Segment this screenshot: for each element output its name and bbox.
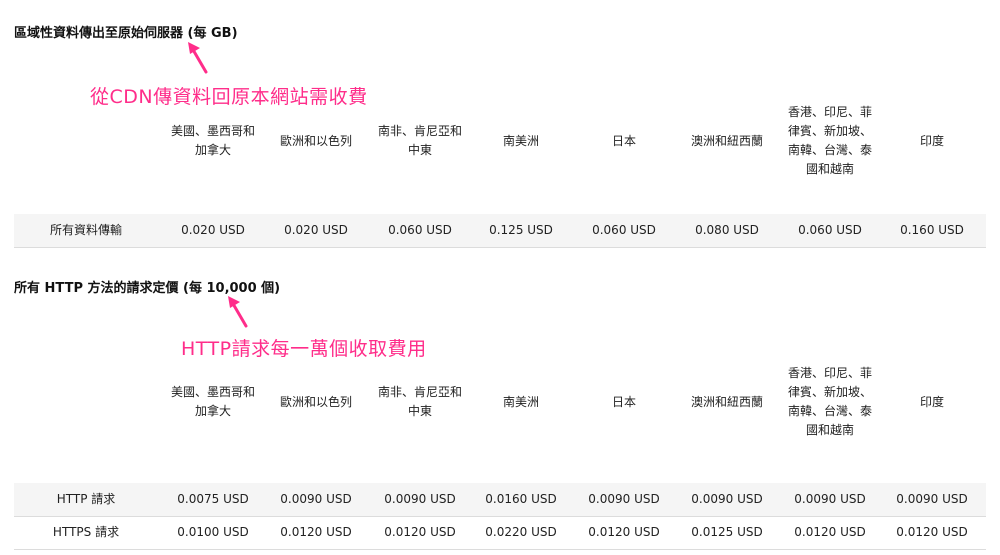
column-header: 香港、印尼、菲律賓、新加坡、南韓、台灣、泰國和越南 [787, 105, 872, 176]
price-cell: 0.0125 USD [691, 525, 763, 539]
price-cell: 0.0090 USD [384, 492, 456, 506]
price-cell: 0.060 USD [592, 223, 656, 237]
column-header: 南非、肯尼亞和中東 [377, 385, 462, 418]
price-cell: 0.125 USD [489, 223, 553, 237]
section-title-data-transfer: 區域性資料傳出至原始伺服器 (每 GB) [14, 26, 238, 41]
price-cell: 0.0220 USD [485, 525, 557, 539]
row-label: HTTP 請求 [56, 492, 116, 506]
price-cell: 0.0090 USD [691, 492, 763, 506]
column-header: 澳洲和紐西蘭 [690, 133, 763, 148]
price-cell: 0.0090 USD [588, 492, 660, 506]
column-header: 美國、墨西哥和加拿大 [170, 385, 255, 418]
price-cell: 0.0120 USD [588, 525, 660, 539]
price-cell: 0.0090 USD [794, 492, 866, 506]
annotation-http-requests: HTTP請求每一萬個收取費用 [181, 338, 427, 360]
price-cell: 0.0090 USD [896, 492, 968, 506]
price-cell: 0.0120 USD [896, 525, 968, 539]
price-cell: 0.0075 USD [177, 492, 249, 506]
row-label: 所有資料傳輸 [49, 223, 122, 237]
column-header: 日本 [611, 133, 636, 148]
column-header: 歐洲和以色列 [279, 133, 352, 148]
price-cell: 0.0100 USD [177, 525, 249, 539]
price-cell: 0.0120 USD [794, 525, 866, 539]
price-cell: 0.060 USD [388, 223, 452, 237]
annotation-arrow-icon [228, 296, 248, 328]
price-cell: 0.0120 USD [280, 525, 352, 539]
column-header: 香港、印尼、菲律賓、新加坡、南韓、台灣、泰國和越南 [787, 366, 872, 437]
annotation-arrow-icon [188, 42, 208, 74]
column-header: 美國、墨西哥和加拿大 [170, 124, 255, 157]
column-header: 南美洲 [502, 394, 539, 409]
column-header: 印度 [919, 133, 944, 148]
row-label: HTTPS 請求 [52, 525, 120, 539]
price-cell: 0.0090 USD [280, 492, 352, 506]
price-cell: 0.080 USD [695, 223, 759, 237]
price-cell: 0.060 USD [798, 223, 862, 237]
column-header: 歐洲和以色列 [279, 394, 352, 409]
column-header: 印度 [919, 394, 944, 409]
column-header: 澳洲和紐西蘭 [690, 394, 763, 409]
table-row: HTTPS 請求 0.0100 USD 0.0120 USD 0.0120 USD 0.… [14, 516, 986, 550]
table-row: HTTP 請求 0.0075 USD 0.0090 USD 0.0090 USD 0.0… [14, 483, 986, 517]
price-cell: 0.0120 USD [384, 525, 456, 539]
price-cell: 0.020 USD [284, 223, 348, 237]
table-row: 所有資料傳輸 0.020 USD 0.020 USD 0.060 USD 0.125 U… [14, 214, 986, 248]
column-header: 日本 [611, 394, 636, 409]
column-header: 南美洲 [502, 133, 539, 148]
column-header: 南非、肯尼亞和中東 [377, 124, 462, 157]
price-cell: 0.160 USD [900, 223, 964, 237]
price-cell: 0.0160 USD [485, 492, 557, 506]
price-cell: 0.020 USD [181, 223, 245, 237]
